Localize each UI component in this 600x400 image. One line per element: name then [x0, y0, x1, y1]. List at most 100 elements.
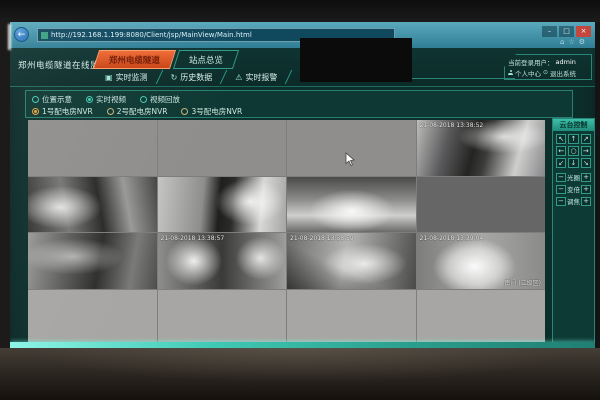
tab-1[interactable]: 郑州电缆隧道	[93, 50, 176, 69]
history-icon: ↻	[171, 73, 178, 82]
settings-icon[interactable]: ⚙	[579, 38, 589, 46]
radio-view-mode-2[interactable]: 实时视频	[86, 94, 126, 105]
user-info-box: 当前登录用户： admin 个人中心 ⊙ 退出系统	[504, 54, 592, 80]
photo-dark-left	[0, 22, 10, 348]
radio-nvr-1[interactable]: 1号配电房NVR	[32, 106, 93, 117]
radio-view-mode-3[interactable]: 视频回放	[140, 94, 180, 105]
radio-label: 2号配电房NVR	[117, 106, 168, 117]
menu-item-1[interactable]: ▣实时监测	[96, 72, 157, 83]
ptz-panel: 云台控制 ↖↑↗←○→↙↓↘ −光圈+−变倍+−调焦+	[552, 118, 595, 345]
camera-cell-8[interactable]	[417, 177, 546, 233]
ptz-zoom-row: −变倍+	[553, 183, 594, 195]
person-icon	[508, 70, 513, 75]
ptz-focus-minus-button[interactable]: −	[556, 197, 566, 206]
empty-cell-2	[158, 120, 287, 176]
radio-dot	[32, 108, 39, 115]
window-controls: – □ ×	[542, 26, 591, 37]
camera-cell-5[interactable]	[28, 177, 157, 233]
ptz-iris-plus-button[interactable]: +	[581, 173, 591, 182]
ptz-zoom-label: 变倍	[567, 184, 580, 194]
login-label: 当前登录用户：	[508, 57, 554, 67]
ptz-focus-plus-button[interactable]: +	[581, 197, 591, 206]
tab-bar: 郑州电缆隧道站点总览	[96, 50, 239, 69]
ptz-iris-minus-button[interactable]: −	[556, 173, 566, 182]
empty-cell-1	[28, 120, 157, 176]
ptz-up-left-button[interactable]: ↖	[556, 134, 566, 144]
menu-item-3[interactable]: ⚠实时报警	[226, 72, 286, 83]
tab-2[interactable]: 站点总览	[173, 50, 239, 69]
photo-dark-right	[595, 22, 600, 348]
ptz-iris-row: −光圈+	[553, 171, 594, 183]
ptz-focus-row: −调焦+	[553, 195, 594, 207]
ptz-panel-title: 云台控制	[553, 119, 594, 131]
ptz-lens-controls: −光圈+−变倍+−调焦+	[553, 171, 594, 207]
camera-timestamp: 21-08-2018 13:38:59	[290, 235, 354, 242]
radio-label: 位置示意	[42, 94, 72, 105]
ptz-iris-label: 光圈	[567, 172, 580, 182]
radio-view-mode-1[interactable]: 位置示意	[32, 94, 72, 105]
radio-label: 视频回放	[150, 94, 180, 105]
page-favicon	[41, 32, 48, 39]
menu-item-label: 实时报警	[245, 72, 277, 83]
empty-cell-16	[417, 290, 546, 346]
dark-dropdown-overlay	[300, 38, 412, 82]
empty-cell-14	[158, 290, 287, 346]
radio-label: 3号配电房NVR	[191, 106, 242, 117]
camera-cell-4[interactable]: 21-08-2018 13:38:52	[417, 120, 546, 176]
ptz-focus-label: 调焦	[567, 196, 580, 206]
camera-cell-11[interactable]: 21-08-2018 13:38:59	[287, 233, 416, 289]
ptz-down-button[interactable]: ↓	[568, 158, 578, 168]
menu-item-2[interactable]: ↻历史数据	[162, 72, 222, 83]
logout-link[interactable]: 退出系统	[550, 68, 576, 78]
close-button[interactable]: ×	[576, 26, 591, 37]
ptz-auto-button[interactable]: ○	[568, 146, 578, 156]
ptz-up-button[interactable]: ↑	[568, 134, 578, 144]
nvr-radio-group: 1号配电房NVR 2号配电房NVR 3号配电房NVR	[32, 105, 566, 117]
filter-panel: 位置示意 实时视频 视频回放 1号配电房NVR 2号配电房NVR 3号配电房NVR	[25, 90, 573, 118]
view-mode-radio-group: 位置示意 实时视频 视频回放	[32, 93, 566, 105]
radio-dot	[107, 108, 114, 115]
ptz-zoom-plus-button[interactable]: +	[581, 185, 591, 194]
menu-bar: ▣实时监测↻历史数据⚠实时报警⚙	[96, 69, 320, 85]
photo-of-monitor: ← http://192.168.1.199:8080/Client/jsp/M…	[0, 0, 600, 400]
radio-label: 实时视频	[96, 94, 126, 105]
camera-cell-7[interactable]	[287, 177, 416, 233]
browser-toolbar-icons: ⌂☆⚙	[560, 38, 589, 46]
camera-cell-10[interactable]: 21-08-2018 13:38:57	[158, 233, 287, 289]
radio-nvr-2[interactable]: 2号配电房NVR	[107, 106, 168, 117]
profile-link[interactable]: 个人中心	[515, 68, 541, 78]
url-text: http://192.168.1.199:8080/Client/jsp/Mai…	[51, 31, 252, 39]
minimize-button[interactable]: –	[542, 26, 557, 37]
ptz-zoom-minus-button[interactable]: −	[556, 185, 566, 194]
menu-item-label: 实时监测	[116, 72, 148, 83]
browser-back-button[interactable]: ←	[14, 27, 29, 42]
mouse-cursor	[345, 152, 355, 171]
camera-cell-9[interactable]	[28, 233, 157, 289]
camera-name-label: 南门 (二级区)	[504, 278, 541, 287]
user-actions-line: 个人中心 ⊙ 退出系统	[508, 67, 588, 78]
ptz-left-button[interactable]: ←	[556, 146, 566, 156]
ptz-down-left-button[interactable]: ↙	[556, 158, 566, 168]
current-user-line: 当前登录用户： admin	[508, 56, 588, 67]
camera-cell-6[interactable]	[158, 177, 287, 233]
photo-dark-bottom	[0, 348, 600, 400]
radio-dot	[140, 96, 147, 103]
monitor-screen: ← http://192.168.1.199:8080/Client/jsp/M…	[10, 22, 595, 348]
alarm-icon: ⚠	[235, 73, 242, 82]
photo-dark-top	[0, 0, 600, 22]
camera-cell-12[interactable]: 21-08-2018 13:39:04 南门 (二级区)	[417, 233, 546, 289]
header-decor-line	[410, 78, 515, 79]
radio-nvr-3[interactable]: 3号配电房NVR	[181, 106, 242, 117]
favorites-icon[interactable]: ☆	[568, 38, 578, 46]
camera-timestamp: 21-08-2018 13:39:04	[420, 235, 484, 242]
radio-label: 1号配电房NVR	[42, 106, 93, 117]
ptz-up-right-button[interactable]: ↗	[581, 134, 591, 144]
maximize-button[interactable]: □	[559, 26, 574, 37]
power-icon: ⊙	[543, 69, 548, 76]
ptz-down-right-button[interactable]: ↘	[581, 158, 591, 168]
ptz-right-button[interactable]: →	[581, 146, 591, 156]
empty-cell-13	[28, 290, 157, 346]
radio-dot	[32, 96, 39, 103]
screen-edge-reflection	[8, 24, 11, 50]
radio-dot	[86, 96, 93, 103]
